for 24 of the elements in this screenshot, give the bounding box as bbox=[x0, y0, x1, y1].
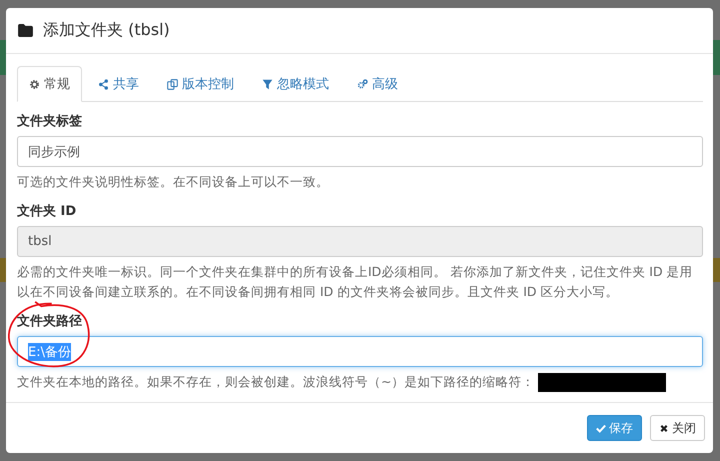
dialog-title: 添加文件夹 (tbsl) bbox=[43, 20, 170, 41]
save-button[interactable]: 保存 bbox=[587, 415, 642, 441]
filter-icon bbox=[262, 78, 273, 90]
input-field[interactable]: 同步示例 bbox=[17, 136, 703, 167]
folder-icon bbox=[18, 24, 33, 37]
settings-icon bbox=[29, 78, 40, 90]
tab[interactable]: 高级 bbox=[345, 66, 410, 102]
field-label: 文件夹 ID bbox=[17, 202, 78, 220]
help-text: 必需的文件夹唯一标识。同一个文件夹在集群中的所有设备上ID必须相同。 若你添加了新文件夹，记住文件夹 ID 是用以在不同设备间建立联系的。在不同设备间拥有相同 ID 的文件夹将会被同步。且文件夹 ID 区分大小写。 bbox=[17, 264, 693, 299]
tab[interactable]: 版本控制 bbox=[155, 66, 246, 102]
tab[interactable]: 常规 bbox=[17, 66, 82, 102]
tab[interactable]: 共享 bbox=[86, 66, 151, 102]
field-label: 文件夹标签 bbox=[17, 112, 83, 130]
help-text: 文件夹在本地的路径。如果不存在，则会被创建。波浪线符号（~）是如下路径的缩略符： bbox=[17, 373, 534, 391]
close-icon bbox=[659, 424, 669, 432]
field-label: 文件夹路径 bbox=[17, 312, 83, 330]
gears-icon bbox=[357, 78, 368, 90]
close-button[interactable]: 关闭 bbox=[650, 415, 705, 441]
share-icon bbox=[98, 78, 109, 90]
help-text: 可选的文件夹说明性标签。在不同设备上可以不一致。 bbox=[17, 173, 329, 191]
check-icon bbox=[596, 424, 606, 432]
copy-icon bbox=[167, 78, 178, 90]
input-field[interactable]: E:\备份 bbox=[17, 336, 703, 367]
tab[interactable]: 忽略模式 bbox=[250, 66, 341, 102]
